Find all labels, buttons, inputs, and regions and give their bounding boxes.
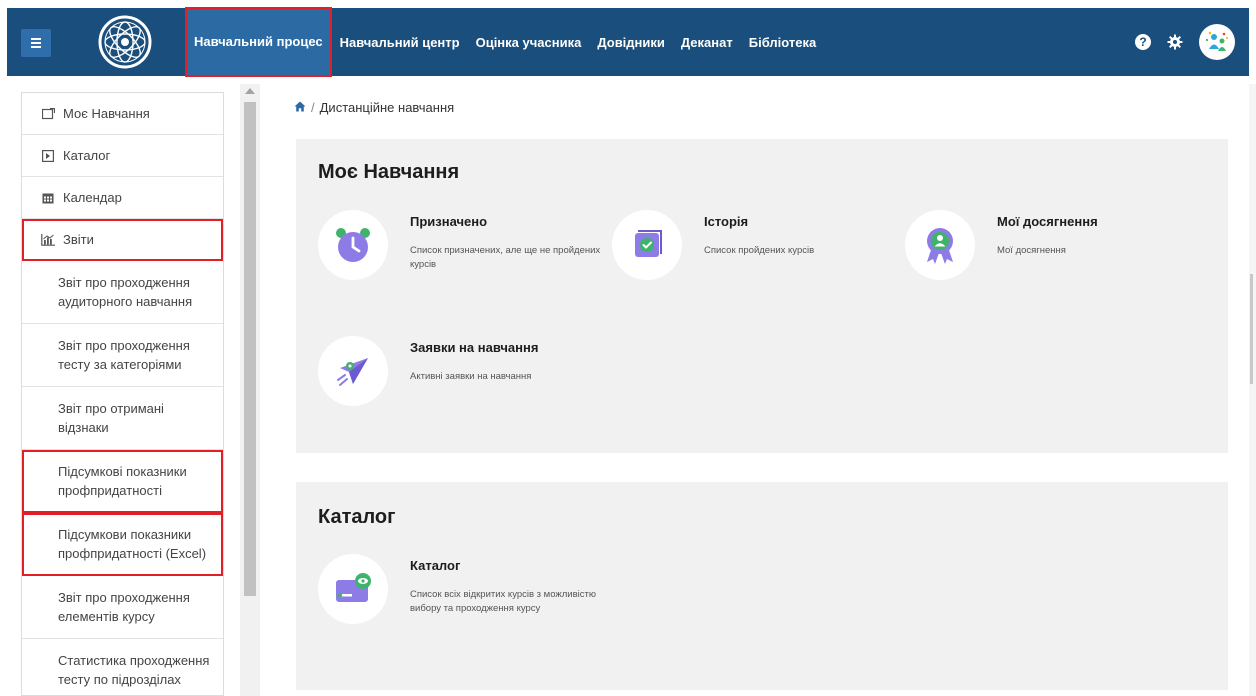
my-learning-panel: Моє Навчання Призначено Список призначен… bbox=[296, 139, 1228, 453]
gear-icon bbox=[1167, 34, 1183, 50]
card-title[interactable]: Заявки на навчання bbox=[410, 340, 538, 355]
card-title[interactable]: Мої досягнення bbox=[997, 214, 1098, 229]
card-description: Мої досягнення bbox=[997, 245, 1066, 256]
scroll-up-arrow-icon[interactable] bbox=[245, 88, 255, 94]
nav-item-participant-assessment[interactable]: Оцінка учасника bbox=[468, 8, 590, 76]
app-window: Навчальний процес Навчальний центр Оцінк… bbox=[0, 0, 1256, 696]
sidebar-item-calendar[interactable]: Календар bbox=[22, 177, 223, 219]
checkbox-icon bbox=[612, 210, 682, 280]
nav-item-learning-process[interactable]: Навчальний процес bbox=[185, 6, 332, 77]
panel-title: Каталог bbox=[318, 506, 396, 528]
sidebar-subitem-label: Звіт про отримані відзнаки bbox=[58, 401, 164, 435]
sidebar-subitem-label: Статистика проходження тесту по підрозді… bbox=[58, 653, 210, 687]
university-logo[interactable] bbox=[95, 14, 155, 70]
sidebar: Моє Навчання Каталог Календар Звіти Звіт… bbox=[21, 92, 224, 696]
hamburger-icon-line bbox=[31, 46, 41, 48]
logo-emblem-icon bbox=[98, 15, 152, 69]
home-icon[interactable] bbox=[294, 100, 306, 115]
nav-item-directories[interactable]: Довідники bbox=[589, 8, 673, 76]
sidebar-subitem-label: Звіт про проходження аудиторного навчанн… bbox=[58, 275, 193, 309]
sidebar-scrollbar[interactable] bbox=[240, 84, 260, 696]
sidebar-item-reports[interactable]: Звіти bbox=[22, 219, 223, 261]
card-description: Активні заявки на навчання bbox=[410, 371, 532, 382]
breadcrumb: / Дистанційне навчання bbox=[294, 100, 454, 115]
card-history[interactable]: Історія Список пройдених курсів bbox=[612, 210, 902, 290]
page-scroll-thumb[interactable] bbox=[1250, 274, 1253, 384]
help-icon: ? bbox=[1139, 35, 1147, 49]
breadcrumb-separator: / bbox=[311, 100, 315, 115]
card-achievements[interactable]: Мої досягнення Мої досягнення bbox=[905, 210, 1195, 290]
sidebar-subitem-label: Підсумкови показники профпридатності (Ex… bbox=[58, 527, 207, 561]
course-icon bbox=[41, 107, 55, 121]
sidebar-subitem-label: Підсумкові показники профпридатності bbox=[58, 464, 187, 498]
sidebar-item-label: Каталог bbox=[63, 148, 111, 163]
sidebar-subitem-fitness-summary-excel[interactable]: Підсумкови показники профпридатності (Ex… bbox=[22, 513, 223, 576]
sidebar-item-my-learning[interactable]: Моє Навчання bbox=[22, 93, 223, 135]
sidebar-subitem-label: Звіт про проходження елементів курсу bbox=[58, 590, 190, 624]
sidebar-subitem-classroom-report[interactable]: Звіт про проходження аудиторного навчанн… bbox=[22, 261, 223, 324]
sidebar-subitem-test-category-report[interactable]: Звіт про проходження тесту за категоріям… bbox=[22, 324, 223, 387]
top-navbar: Навчальний процес Навчальний центр Оцінк… bbox=[0, 0, 1256, 84]
sidebar-subitem-test-stats-by-unit[interactable]: Статистика проходження тесту по підрозді… bbox=[22, 639, 223, 695]
sidebar-subitem-course-elements-report[interactable]: Звіт про проходження елементів курсу bbox=[22, 576, 223, 639]
card-assigned[interactable]: Призначено Список призначених, але ще не… bbox=[318, 210, 608, 290]
card-description: Список всіх відкритих курсів з можливіст… bbox=[410, 589, 596, 614]
help-button[interactable]: ? bbox=[1135, 34, 1151, 50]
card-catalog[interactable]: Каталог Список всіх відкритих курсів з м… bbox=[318, 554, 608, 654]
card-description: Список пройдених курсів bbox=[704, 245, 815, 256]
panel-title: Моє Навчання bbox=[318, 161, 460, 183]
card-title[interactable]: Каталог bbox=[410, 558, 460, 573]
alarm-clock-icon bbox=[318, 210, 388, 280]
hamburger-icon bbox=[31, 38, 41, 40]
catalog-panel: Каталог Каталог Список всіх відкритих ку… bbox=[296, 482, 1228, 690]
catalog-icon bbox=[41, 149, 55, 163]
page-scrollbar[interactable] bbox=[1249, 84, 1256, 696]
sidebar-item-label: Звіти bbox=[63, 232, 94, 247]
calendar-icon bbox=[41, 191, 55, 205]
nav-item-library[interactable]: Бібліотека bbox=[741, 8, 824, 76]
nav-item-training-center[interactable]: Навчальний центр bbox=[332, 8, 468, 76]
hamburger-icon-line bbox=[31, 42, 41, 44]
card-training-requests[interactable]: Заявки на навчання Активні заявки на нав… bbox=[318, 336, 608, 416]
sidebar-item-label: Моє Навчання bbox=[63, 106, 150, 121]
sidebar-subitem-awards-report[interactable]: Звіт про отримані відзнаки bbox=[22, 387, 223, 450]
sidebar-subitem-fitness-summary[interactable]: Підсумкові показники профпридатності bbox=[22, 450, 223, 513]
breadcrumb-current: Дистанційне навчання bbox=[319, 100, 455, 115]
medal-icon bbox=[905, 210, 975, 280]
chart-icon bbox=[41, 233, 55, 247]
nav-item-dean-office[interactable]: Деканат bbox=[673, 8, 741, 76]
paper-plane-icon bbox=[318, 336, 388, 406]
catalog-eye-icon bbox=[318, 554, 388, 624]
sidebar-subitem-label: Звіт про проходження тесту за категоріям… bbox=[58, 338, 190, 372]
card-title[interactable]: Історія bbox=[704, 214, 748, 229]
navbar-bar: Навчальний процес Навчальний центр Оцінк… bbox=[7, 6, 1249, 77]
card-title[interactable]: Призначено bbox=[410, 214, 487, 229]
settings-button[interactable] bbox=[1165, 32, 1185, 52]
user-avatar-icon bbox=[1205, 31, 1229, 51]
user-avatar[interactable] bbox=[1199, 24, 1235, 60]
sidebar-scroll-thumb[interactable] bbox=[244, 102, 256, 596]
navbar-actions: ? bbox=[1135, 22, 1235, 62]
sidebar-item-catalog[interactable]: Каталог bbox=[22, 135, 223, 177]
sidebar-item-label: Календар bbox=[63, 190, 122, 205]
card-description: Список призначених, але ще не пройдених … bbox=[410, 245, 601, 270]
main-menu: Навчальний процес Навчальний центр Оцінк… bbox=[185, 6, 824, 77]
menu-toggle-button[interactable] bbox=[21, 29, 51, 57]
